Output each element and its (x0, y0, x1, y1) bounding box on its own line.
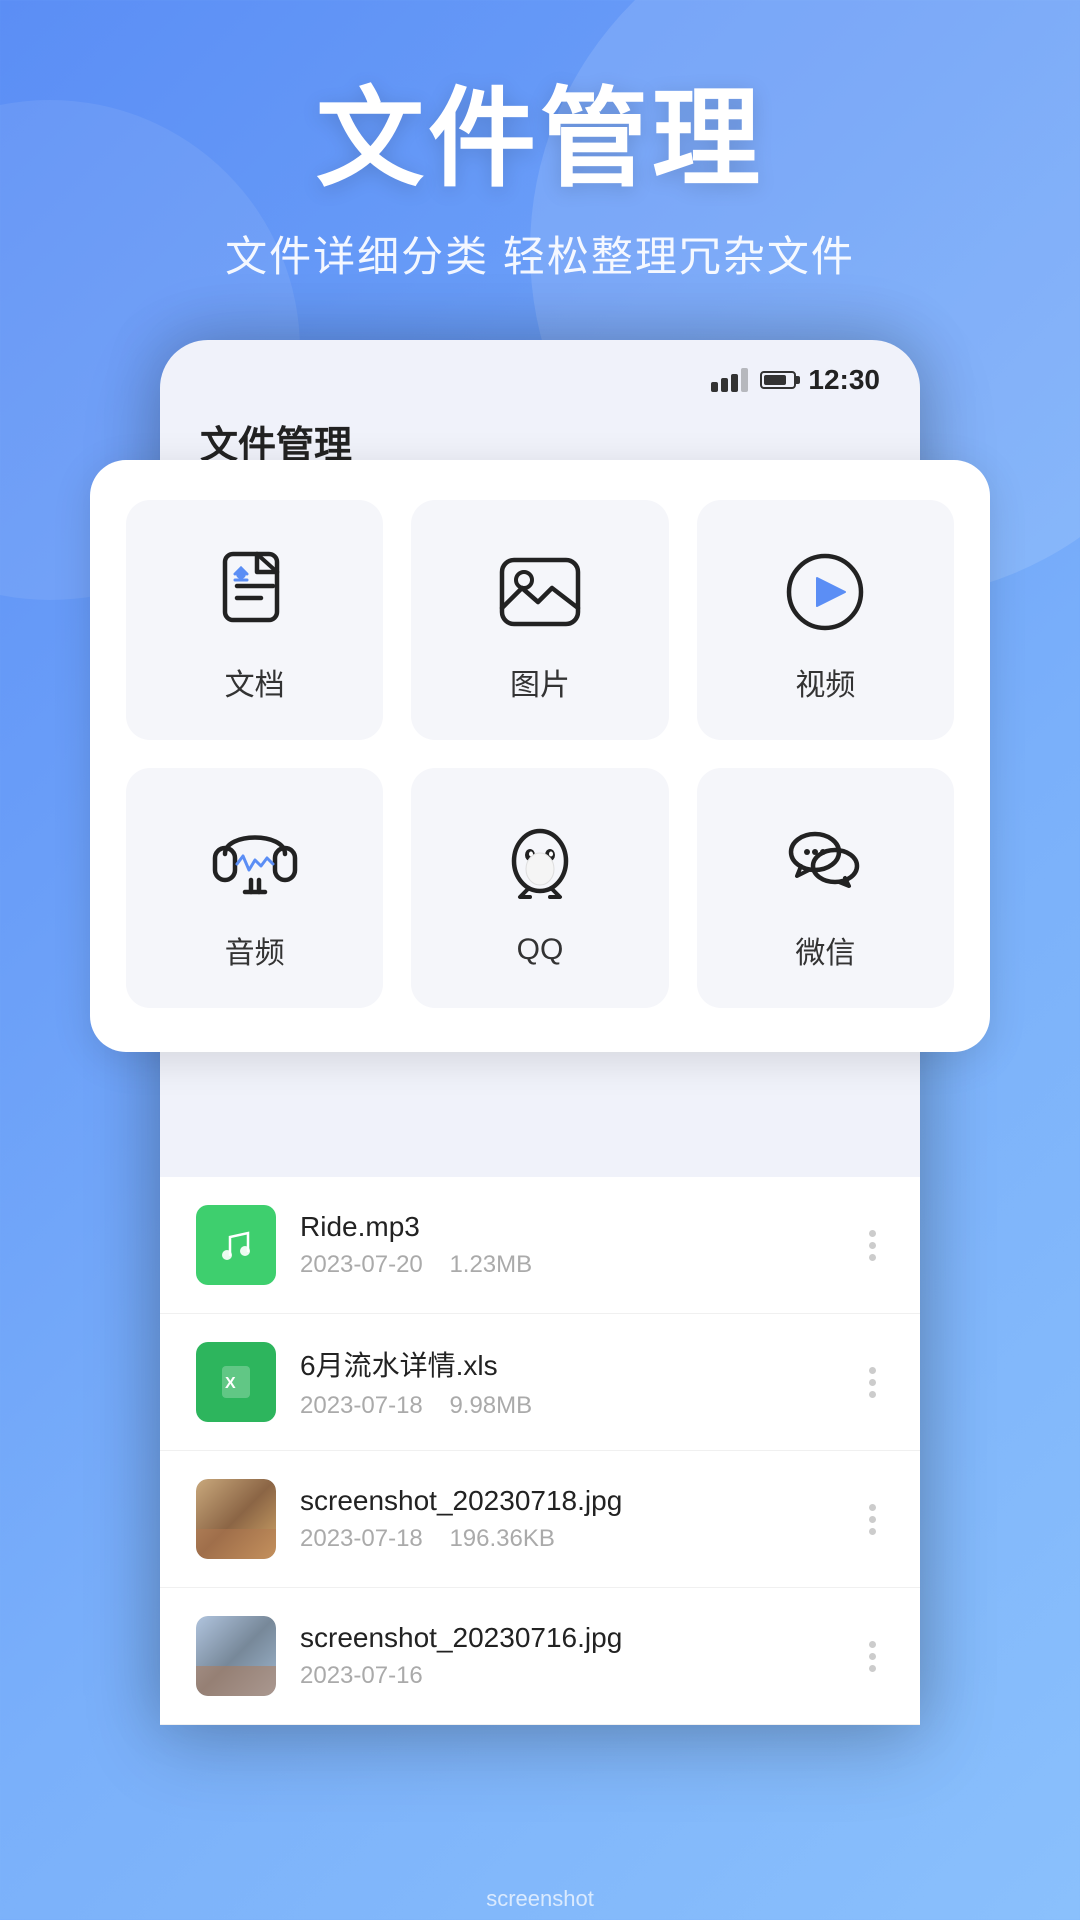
file-name: screenshot_20230718.jpg (300, 1485, 837, 1517)
file-icon-image (196, 1616, 276, 1696)
category-panel: 文档 图片 视频 (90, 460, 990, 1052)
file-meta: 2023-07-18 9.98MB (300, 1392, 837, 1420)
document-icon (207, 544, 303, 640)
hero-subtitle: 文件详细分类 轻松整理冗杂文件 (0, 223, 1080, 284)
signal-icon (711, 368, 748, 392)
svg-text:X: X (225, 1375, 236, 1392)
file-info: screenshot_20230716.jpg 2023-07-16 (300, 1622, 837, 1690)
category-card-images[interactable]: 图片 (411, 500, 668, 740)
file-item[interactable]: Ride.mp3 2023-07-20 1.23MB (160, 1177, 920, 1314)
status-bar: 12:30 (160, 340, 920, 404)
file-name: 6月流水详情.xls (300, 1344, 837, 1384)
file-more-button[interactable] (861, 1222, 884, 1269)
category-label-video: 视频 (795, 660, 855, 704)
video-icon (777, 544, 873, 640)
qq-icon (492, 817, 588, 913)
category-card-docs[interactable]: 文档 (126, 500, 383, 740)
category-card-audio[interactable]: 音频 (126, 768, 383, 1008)
file-name: screenshot_20230716.jpg (300, 1622, 837, 1654)
battery-icon (760, 371, 796, 389)
category-label-audio: 音频 (225, 928, 285, 972)
file-item[interactable]: screenshot_20230716.jpg 2023-07-16 (160, 1588, 920, 1725)
category-label-wechat: 微信 (795, 928, 855, 972)
status-time: 12:30 (808, 364, 880, 396)
audio-icon (207, 812, 303, 908)
footer-text: screenshot (486, 1886, 594, 1912)
file-info: 6月流水详情.xls 2023-07-18 9.98MB (300, 1344, 837, 1420)
wechat-icon (777, 812, 873, 908)
hero-section: 文件管理 文件详细分类 轻松整理冗杂文件 (0, 0, 1080, 284)
file-icon-excel: X (196, 1342, 276, 1422)
file-more-button[interactable] (861, 1633, 884, 1680)
category-card-qq[interactable]: QQ (411, 768, 668, 1008)
file-info: Ride.mp3 2023-07-20 1.23MB (300, 1211, 837, 1279)
file-icon-image (196, 1479, 276, 1559)
file-meta: 2023-07-18 196.36KB (300, 1525, 837, 1553)
category-label-docs: 文档 (225, 660, 285, 704)
file-more-button[interactable] (861, 1496, 884, 1543)
category-card-wechat[interactable]: 微信 (697, 768, 954, 1008)
file-icon-music (196, 1205, 276, 1285)
image-icon (492, 544, 588, 640)
file-more-button[interactable] (861, 1359, 884, 1406)
category-grid: 文档 图片 视频 (126, 500, 954, 1008)
file-info: screenshot_20230718.jpg 2023-07-18 196.3… (300, 1485, 837, 1553)
file-list: Ride.mp3 2023-07-20 1.23MB X 6月流水详情.xls … (160, 1177, 920, 1725)
category-card-video[interactable]: 视频 (697, 500, 954, 740)
category-label-images: 图片 (510, 660, 570, 704)
category-label-qq: QQ (517, 933, 564, 967)
file-item[interactable]: X 6月流水详情.xls 2023-07-18 9.98MB (160, 1314, 920, 1451)
hero-title: 文件管理 (0, 80, 1080, 199)
file-meta: 2023-07-20 1.23MB (300, 1251, 837, 1279)
file-item[interactable]: screenshot_20230718.jpg 2023-07-18 196.3… (160, 1451, 920, 1588)
file-name: Ride.mp3 (300, 1211, 837, 1243)
file-meta: 2023-07-16 (300, 1662, 837, 1690)
